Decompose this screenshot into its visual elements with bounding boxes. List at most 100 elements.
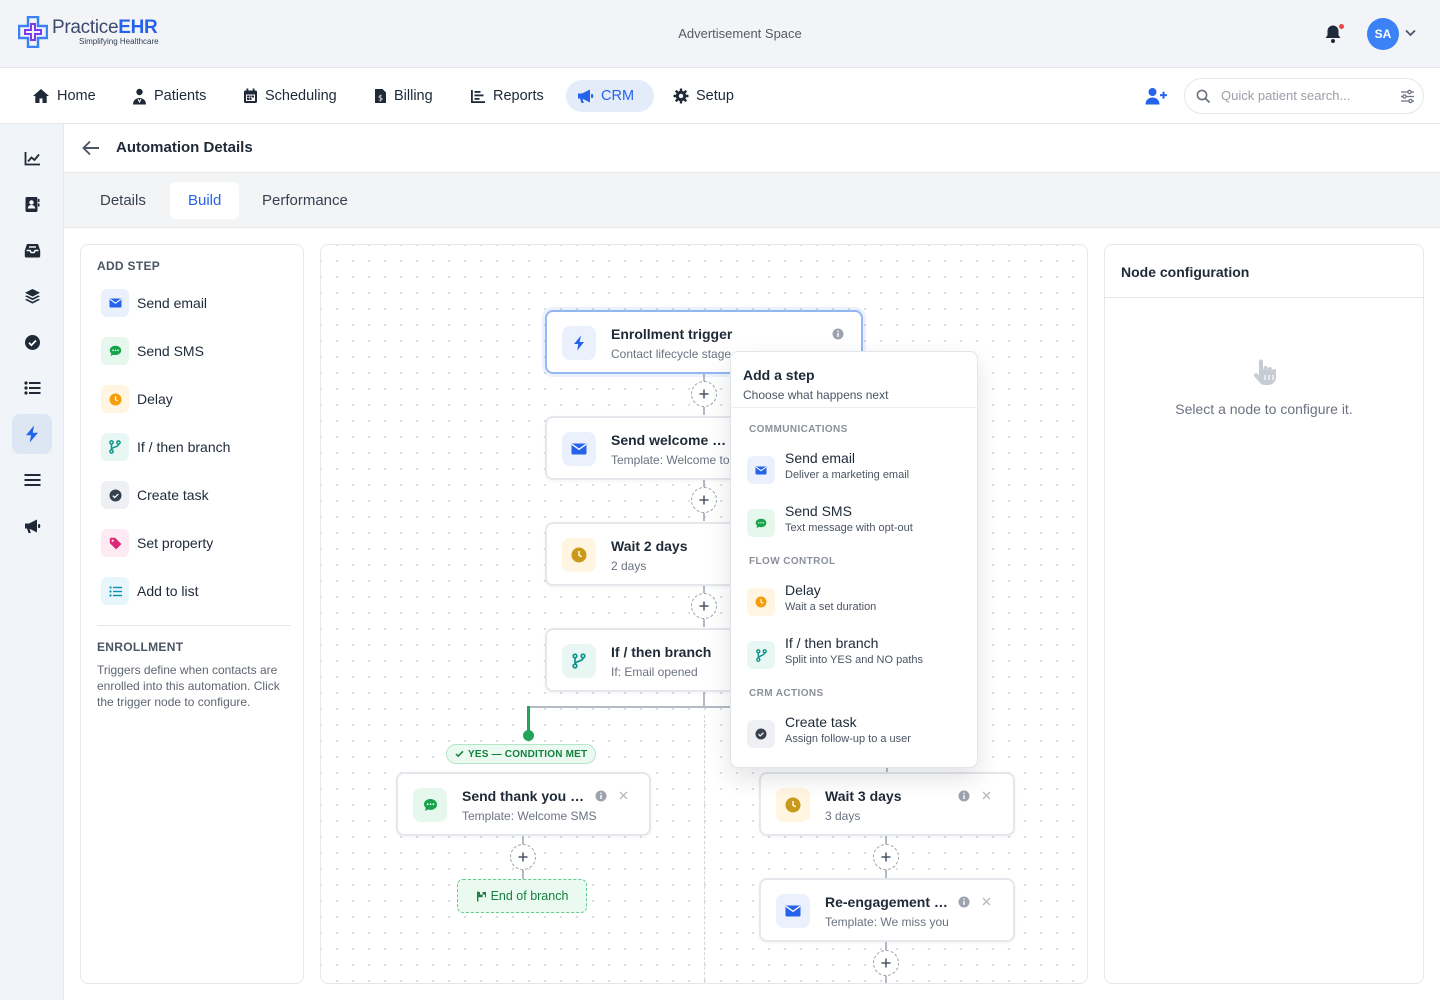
pointer-hand-icon — [1253, 359, 1276, 385]
quick-patient-search[interactable] — [1184, 78, 1424, 114]
info-icon[interactable] — [958, 896, 970, 908]
nav-reports[interactable]: Reports — [460, 80, 554, 112]
popover-item-create-task[interactable]: Create task Assign follow-up to a user — [747, 714, 967, 756]
bolt-icon — [26, 425, 38, 443]
add-step-plus-button[interactable] — [873, 950, 899, 976]
popover-item-send-email[interactable]: Send email Deliver a marketing email — [747, 450, 967, 492]
envelope-icon — [571, 443, 587, 455]
add-step-send-email[interactable]: Send email — [101, 288, 207, 318]
add-step-plus-button[interactable] — [691, 593, 717, 619]
add-step-send-sms[interactable]: Send SMS — [101, 336, 204, 366]
calendar-icon — [244, 88, 257, 103]
plus-icon — [699, 495, 709, 505]
add-step-plus-button[interactable] — [691, 381, 717, 407]
patients-icon — [133, 88, 146, 104]
nav-crm[interactable]: CRM — [566, 80, 654, 112]
chevron-down-icon[interactable] — [1405, 29, 1416, 37]
check-circle-icon — [109, 489, 121, 501]
gear-icon — [673, 88, 689, 104]
add-patient-icon[interactable] — [1145, 87, 1167, 105]
plus-icon — [881, 852, 891, 862]
clock-icon — [109, 393, 121, 405]
enrollment-description: Triggers define when contacts are enroll… — [97, 663, 280, 709]
sms-icon — [755, 518, 767, 528]
megaphone-icon — [578, 89, 594, 103]
branch-icon — [755, 648, 767, 662]
nav-scheduling[interactable]: Scheduling — [233, 80, 347, 112]
node-re-engagement-email[interactable]: Re-engagement email Template: We miss yo… — [759, 878, 1015, 942]
sidebar-contacts[interactable] — [12, 184, 52, 224]
ad-space: Advertisement Space — [678, 26, 802, 41]
clock-icon — [755, 596, 767, 608]
add-step-popover: Add a step Choose what happens next COMM… — [730, 351, 978, 768]
popover-item-send-sms[interactable]: Send SMS Text message with opt-out — [747, 503, 967, 545]
envelope-icon — [109, 298, 121, 308]
enrollment-heading: ENROLLMENT — [97, 640, 184, 654]
back-arrow-icon[interactable] — [82, 140, 100, 156]
envelope-icon — [755, 466, 767, 474]
sidebar-layers[interactable] — [12, 276, 52, 316]
sidebar-lists[interactable] — [12, 368, 52, 408]
sidebar-campaigns[interactable] — [12, 506, 52, 546]
branch-guide — [704, 715, 705, 983]
add-step-plus-button[interactable] — [691, 487, 717, 513]
filter-sliders-icon[interactable] — [1400, 89, 1415, 104]
sms-icon — [423, 799, 437, 811]
popover-title: Add a step — [743, 367, 815, 383]
tab-build[interactable]: Build — [170, 182, 240, 219]
nav-billing[interactable]: $ Billing — [364, 80, 443, 112]
popover-subtitle: Choose what happens next — [743, 388, 889, 402]
sidebar-automations[interactable] — [12, 414, 52, 454]
flag-icon — [476, 891, 486, 901]
top-bar: PracticeEHR Simplifying Healthcare Adver… — [0, 0, 1440, 68]
billing-icon: $ — [375, 89, 386, 103]
notification-dot — [1339, 24, 1344, 29]
sidebar-menu[interactable] — [12, 460, 52, 500]
close-icon[interactable] — [619, 791, 628, 800]
add-step-delay[interactable]: Delay — [101, 384, 173, 414]
check-circle-icon — [755, 728, 767, 740]
search-input[interactable] — [1221, 88, 1391, 103]
popover-item-delay[interactable]: Delay Wait a set duration — [747, 582, 967, 624]
nav-home[interactable]: Home — [22, 80, 106, 112]
menu-icon — [24, 474, 40, 486]
sidebar-tasks[interactable] — [12, 322, 52, 362]
node-send-thank-you-sms[interactable]: Send thank you SMS Template: Welcome SMS — [396, 772, 651, 836]
popover-item-branch[interactable]: If / then branch Split into YES and NO p… — [747, 635, 967, 677]
popover-section-crm-actions: CRM ACTIONS — [749, 688, 824, 699]
page-title: Automation Details — [116, 139, 253, 156]
add-step-branch[interactable]: If / then branch — [101, 432, 230, 462]
add-step-add-to-list[interactable]: Add to list — [101, 576, 198, 606]
title-bar: Automation Details — [64, 124, 1440, 172]
info-icon[interactable] — [958, 790, 970, 802]
tab-performance[interactable]: Performance — [244, 182, 366, 219]
node-configuration-empty: Select a node to configure it. — [1175, 401, 1353, 417]
node-wait-3-days[interactable]: Wait 3 days 3 days — [759, 772, 1015, 836]
add-step-plus-button[interactable] — [873, 844, 899, 870]
layers-icon — [24, 289, 40, 304]
tab-details[interactable]: Details — [82, 182, 164, 219]
yes-branch-badge: YES — CONDITION MET — [446, 744, 597, 764]
inbox-icon — [24, 243, 40, 257]
sidebar-analytics[interactable] — [12, 138, 52, 178]
clock-icon — [785, 797, 801, 813]
add-step-heading: ADD STEP — [97, 259, 161, 273]
info-icon[interactable] — [832, 328, 844, 340]
plus-icon — [699, 389, 709, 399]
nav-setup[interactable]: Setup — [663, 80, 744, 112]
contact-book-icon — [25, 196, 40, 212]
close-icon[interactable] — [982, 897, 991, 906]
sidebar-inbox[interactable] — [12, 230, 52, 270]
close-icon[interactable] — [982, 791, 991, 800]
avatar[interactable]: SA — [1367, 18, 1399, 50]
info-icon[interactable] — [595, 790, 607, 802]
icon-sidebar — [0, 124, 64, 1000]
add-step-plus-button[interactable] — [510, 844, 536, 870]
add-step-set-property[interactable]: Set property — [101, 528, 213, 558]
plus-icon — [699, 601, 709, 611]
node-configuration-title: Node configuration — [1121, 264, 1250, 280]
node-configuration-panel: Node configuration Select a node to conf… — [1104, 244, 1424, 984]
popover-section-communications: COMMUNICATIONS — [749, 424, 848, 435]
nav-patients[interactable]: Patients — [122, 80, 216, 112]
add-step-create-task[interactable]: Create task — [101, 480, 209, 510]
